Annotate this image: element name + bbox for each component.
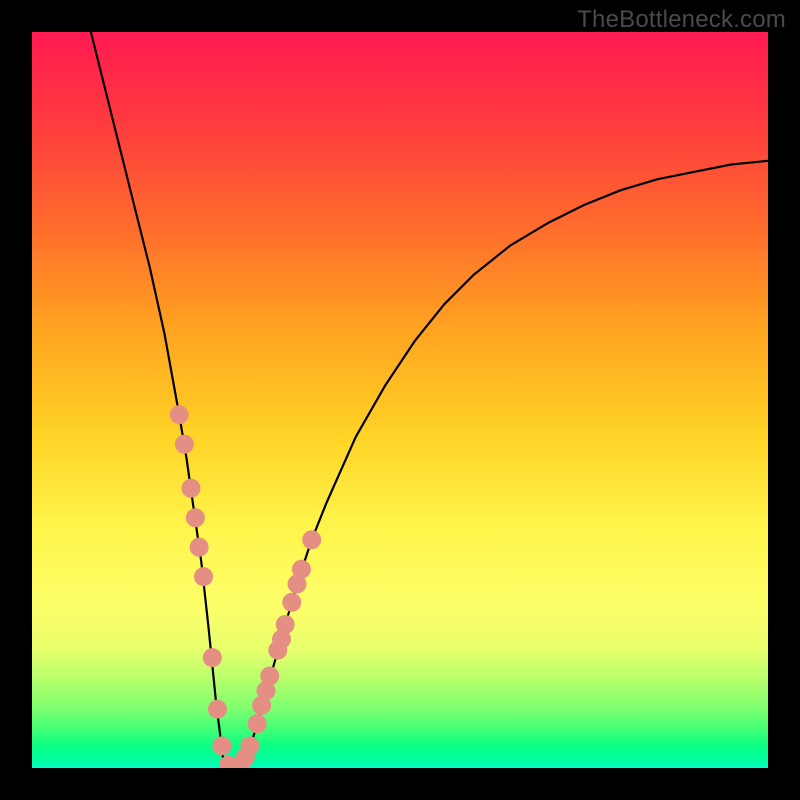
chart-frame: TheBottleneck.com xyxy=(0,0,800,800)
bottleneck-curve-path xyxy=(91,32,768,768)
marker-dot xyxy=(260,667,279,686)
marker-dot xyxy=(194,567,213,586)
marker-dot xyxy=(186,508,205,527)
marker-dot xyxy=(282,593,301,612)
marker-dot xyxy=(212,736,231,755)
marker-dot xyxy=(292,560,311,579)
marker-dot xyxy=(203,648,222,667)
marker-dot xyxy=(240,736,259,755)
marker-dot xyxy=(182,479,201,498)
marker-dot xyxy=(276,615,295,634)
marker-dot xyxy=(170,405,189,424)
curve-layer xyxy=(32,32,768,768)
marker-dot xyxy=(190,538,209,557)
marker-group xyxy=(170,405,322,768)
marker-dot xyxy=(248,714,267,733)
watermark-text: TheBottleneck.com xyxy=(577,6,786,34)
marker-dot xyxy=(302,530,321,549)
marker-dot xyxy=(175,435,194,454)
marker-dot xyxy=(208,700,227,719)
plot-area xyxy=(32,32,768,768)
